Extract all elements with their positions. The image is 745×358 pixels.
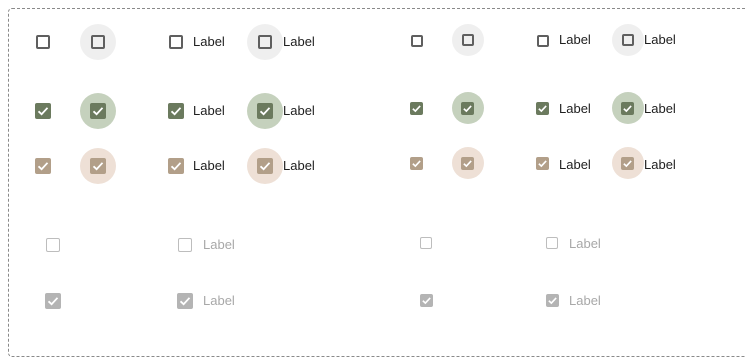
checkbox-label: Label [203, 293, 235, 308]
checkbox-checked-small[interactable] [410, 102, 423, 115]
checkbox-checked-small-labeled-hover[interactable] [621, 102, 634, 115]
check-icon [170, 107, 182, 116]
checkbox-checked-secondary-labeled-hover[interactable] [257, 158, 273, 174]
checkbox-label: Label [559, 157, 591, 172]
checkbox-unchecked-labeled-hover[interactable] [258, 35, 272, 49]
checkbox-disabled-checked-labeled [177, 293, 193, 309]
checkbox-checked-secondary-small[interactable] [410, 157, 423, 170]
check-icon [623, 160, 632, 168]
checkbox-label: Label [644, 32, 676, 47]
check-icon [412, 160, 421, 168]
check-icon [170, 162, 182, 171]
check-icon [463, 160, 472, 168]
checkbox-unchecked-small[interactable] [411, 35, 423, 47]
checkbox-label: Label [559, 101, 591, 116]
checkbox-checked-small-labeled[interactable] [536, 102, 549, 115]
check-icon [538, 105, 547, 113]
checkbox-unchecked-small-labeled-hover[interactable] [622, 34, 634, 46]
checkbox-disabled-unchecked [46, 238, 60, 252]
checkbox-unchecked-small-hover[interactable] [462, 34, 474, 46]
checkbox-disabled-checked [45, 293, 61, 309]
checkbox-label: Label [644, 101, 676, 116]
checkbox-label: Label [203, 237, 235, 252]
checkbox-checked-secondary[interactable] [35, 158, 51, 174]
checkbox-label: Label [193, 103, 225, 118]
check-icon [548, 297, 557, 305]
check-icon [538, 160, 547, 168]
checkbox-checked-labeled-hover[interactable] [257, 103, 273, 119]
check-icon [37, 107, 49, 116]
checkbox-label: Label [644, 157, 676, 172]
checkbox-label: Label [569, 293, 601, 308]
check-icon [179, 297, 191, 306]
checkbox-disabled-unchecked-small [420, 237, 432, 249]
check-icon [47, 297, 59, 306]
checkbox-label: Label [283, 103, 315, 118]
checkbox-checked-hover[interactable] [90, 103, 106, 119]
checkbox-disabled-checked-small [420, 294, 433, 307]
checkbox-unchecked-labeled[interactable] [169, 35, 183, 49]
checkbox-label: Label [283, 158, 315, 173]
checkbox-unchecked-hover[interactable] [91, 35, 105, 49]
check-icon [422, 297, 431, 305]
checkbox-disabled-unchecked-labeled [178, 238, 192, 252]
checkbox-checked[interactable] [35, 103, 51, 119]
checkbox-checked-small-hover[interactable] [461, 102, 474, 115]
check-icon [92, 162, 104, 171]
checkbox-checked-secondary-small-hover[interactable] [461, 157, 474, 170]
check-icon [259, 162, 271, 171]
checkbox-checked-secondary-small-labeled[interactable] [536, 157, 549, 170]
checkbox-label: Label [283, 34, 315, 49]
check-icon [37, 162, 49, 171]
check-icon [463, 105, 472, 113]
checkbox-checked-secondary-labeled[interactable] [168, 158, 184, 174]
check-icon [412, 105, 421, 113]
check-icon [623, 105, 632, 113]
checkbox-label: Label [193, 158, 225, 173]
checkbox-checked-labeled[interactable] [168, 103, 184, 119]
checkbox-disabled-checked-small-labeled [546, 294, 559, 307]
checkbox-label: Label [559, 32, 591, 47]
check-icon [92, 107, 104, 116]
checkbox-label: Label [193, 34, 225, 49]
checkbox-disabled-unchecked-small-labeled [546, 237, 558, 249]
check-icon [259, 107, 271, 116]
checkbox-checked-secondary-small-labeled-hover[interactable] [621, 157, 634, 170]
checkbox-label: Label [569, 236, 601, 251]
checkbox-checked-secondary-hover[interactable] [90, 158, 106, 174]
showcase-frame [8, 8, 745, 357]
checkbox-unchecked-small-labeled[interactable] [537, 35, 549, 47]
checkbox-unchecked[interactable] [36, 35, 50, 49]
